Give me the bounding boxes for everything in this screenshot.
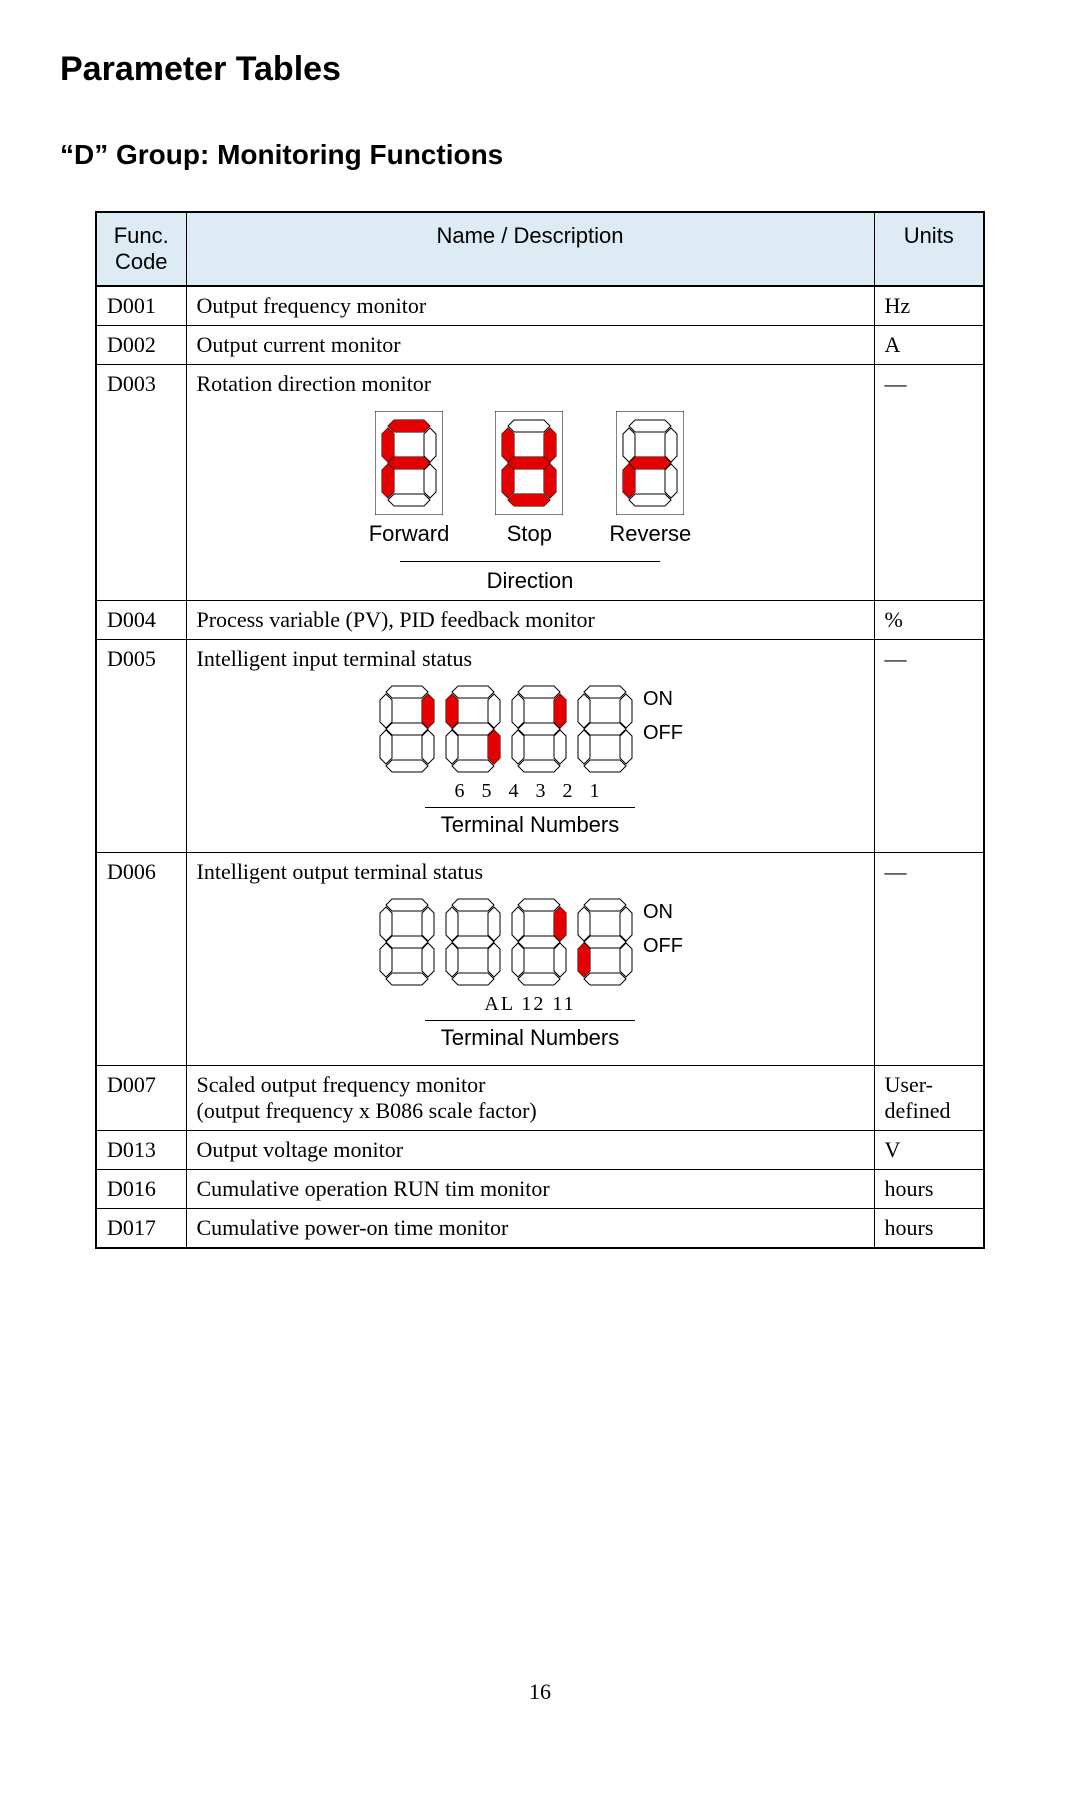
terminal-caption: Terminal Numbers [425, 1020, 635, 1051]
digit-icon [575, 895, 635, 989]
cell-name: Output voltage monitor [186, 1131, 874, 1170]
label-forward: Forward [369, 521, 450, 547]
cell-name: Intelligent output terminal status [186, 853, 874, 1066]
cell-code: D006 [96, 853, 186, 1066]
digit-stop-icon [495, 411, 563, 515]
th-name-description: Name / Description [186, 212, 874, 286]
table-row: D016 Cumulative operation RUN tim monito… [96, 1170, 984, 1209]
cell-units: — [874, 853, 984, 1066]
cell-name: Process variable (PV), PID feedback moni… [186, 601, 874, 640]
digit-icon [575, 682, 635, 776]
onoff-labels: ON OFF [643, 682, 683, 750]
page-title: Parameter Tables [60, 50, 1020, 89]
label-stop: Stop [507, 521, 552, 547]
digit-icon [377, 895, 437, 989]
cell-name: Scaled output frequency monitor (output … [186, 1066, 874, 1131]
terminal-numbers: AL 12 11 [197, 993, 864, 1016]
terminal-caption: Terminal Numbers [425, 807, 635, 838]
table-row: D007 Scaled output frequency monitor (ou… [96, 1066, 984, 1131]
table-row: D002 Output current monitor A [96, 326, 984, 365]
cell-code: D005 [96, 640, 186, 853]
label-off: OFF [643, 716, 683, 750]
parameter-table: Func. Code Name / Description Units D001… [95, 211, 985, 1249]
direction-diagram: Forward [197, 411, 864, 547]
cell-name: Intelligent input terminal status [186, 640, 874, 853]
page-number: 16 [60, 1679, 1020, 1705]
cell-code: D003 [96, 365, 186, 601]
cell-name: Output current monitor [186, 326, 874, 365]
table-row: D003 Rotation direction monitor [96, 365, 984, 601]
cell-units: hours [874, 1209, 984, 1249]
digit-icon [377, 682, 437, 776]
onoff-labels: ON OFF [643, 895, 683, 963]
label-on: ON [643, 682, 683, 716]
th-units: Units [874, 212, 984, 286]
cell-units: User- defined [874, 1066, 984, 1131]
table-row: D006 Intelligent output terminal status [96, 853, 984, 1066]
table-row: D001 Output frequency monitor Hz [96, 286, 984, 326]
cell-code: D001 [96, 286, 186, 326]
cell-units: V [874, 1131, 984, 1170]
label-direction: Direction [400, 561, 660, 594]
cell-code: D016 [96, 1170, 186, 1209]
table-row: D013 Output voltage monitor V [96, 1131, 984, 1170]
cell-code: D013 [96, 1131, 186, 1170]
cell-name: Output frequency monitor [186, 286, 874, 326]
digit-icon [443, 682, 503, 776]
table-row: D005 Intelligent input terminal status [96, 640, 984, 853]
section-title: “D” Group: Monitoring Functions [60, 139, 1020, 171]
cell-code: D017 [96, 1209, 186, 1249]
table-row: D017 Cumulative power-on time monitor ho… [96, 1209, 984, 1249]
digit-icon [509, 895, 569, 989]
terminal-numbers: 6 5 4 3 2 1 [197, 780, 864, 803]
digit-icon [509, 682, 569, 776]
label-reverse: Reverse [609, 521, 691, 547]
input-terminal-diagram: ON OFF [197, 682, 864, 776]
cell-units: — [874, 365, 984, 601]
output-terminal-diagram: ON OFF [197, 895, 864, 989]
cell-name: Cumulative power-on time monitor [186, 1209, 874, 1249]
cell-code: D004 [96, 601, 186, 640]
cell-code: D007 [96, 1066, 186, 1131]
cell-units: % [874, 601, 984, 640]
th-func-code: Func. Code [96, 212, 186, 286]
cell-units: — [874, 640, 984, 853]
cell-name: Cumulative operation RUN tim monitor [186, 1170, 874, 1209]
cell-units: Hz [874, 286, 984, 326]
cell-units: hours [874, 1170, 984, 1209]
label-off: OFF [643, 929, 683, 963]
label-on: ON [643, 895, 683, 929]
cell-name: Rotation direction monitor [186, 365, 874, 601]
digit-icon [443, 895, 503, 989]
digit-reverse-icon [616, 411, 684, 515]
digit-forward-icon [375, 411, 443, 515]
cell-code: D002 [96, 326, 186, 365]
table-row: D004 Process variable (PV), PID feedback… [96, 601, 984, 640]
cell-units: A [874, 326, 984, 365]
